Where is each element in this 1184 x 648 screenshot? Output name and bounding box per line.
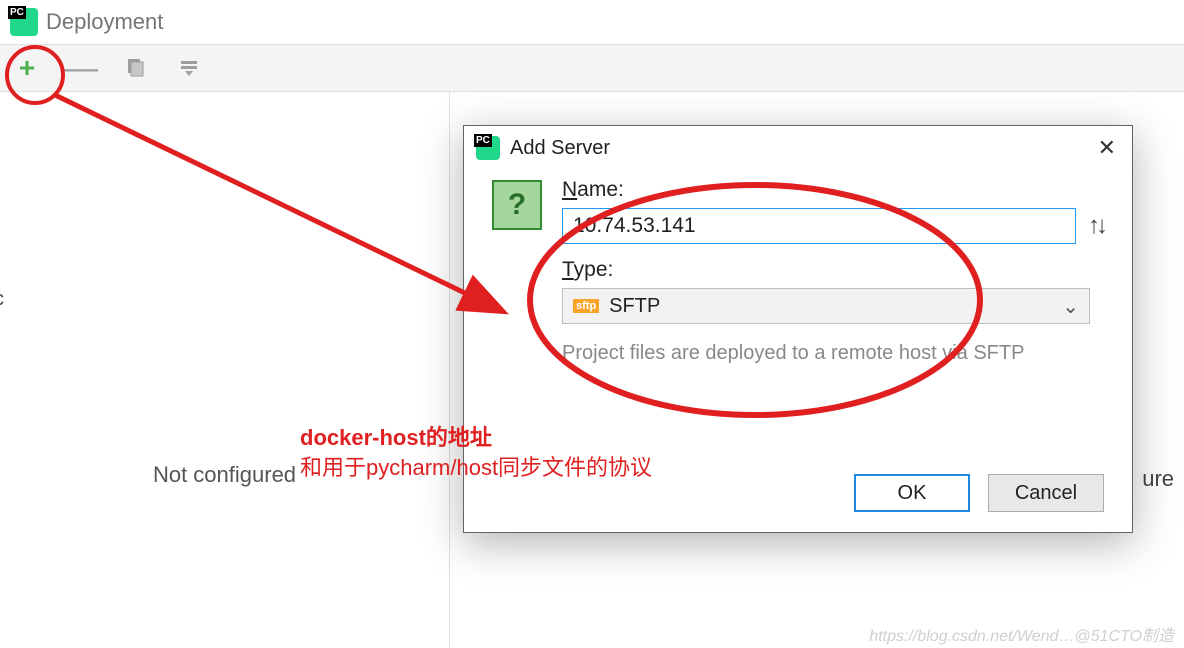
annotation-line1: docker-host的地址 — [300, 423, 652, 453]
pycharm-icon — [10, 8, 38, 36]
type-value: SFTP — [609, 295, 660, 318]
sftp-badge-icon: sftp — [573, 299, 599, 313]
window-title-bar: Deployment — [0, 0, 1184, 44]
sort-icon[interactable]: ↑↓ — [1088, 212, 1104, 240]
add-button[interactable]: + — [15, 56, 39, 80]
form: Name: ↑↓ Type: sftp SFTP ⌄ Project files… — [562, 174, 1104, 365]
dialog-title-bar[interactable]: Add Server ✕ — [464, 126, 1132, 170]
partial-text: c — [0, 288, 4, 311]
close-icon[interactable]: ✕ — [1094, 135, 1120, 161]
cancel-button[interactable]: Cancel — [988, 474, 1104, 512]
chevron-down-icon: ⌄ — [1062, 294, 1079, 319]
type-description: Project files are deployed to a remote h… — [562, 342, 1104, 365]
remove-button[interactable]: — — [69, 56, 93, 80]
cutoff-ure: ure — [1142, 466, 1174, 492]
help-icon[interactable]: ? — [492, 180, 542, 230]
dialog-buttons: OK Cancel — [854, 474, 1104, 512]
more-icon[interactable] — [177, 56, 201, 80]
name-input[interactable] — [562, 208, 1076, 244]
annotation-text: docker-host的地址 和用于pycharm/host同步文件的协议 — [300, 423, 652, 482]
ok-button[interactable]: OK — [854, 474, 970, 512]
type-select[interactable]: sftp SFTP ⌄ — [562, 288, 1090, 324]
pycharm-icon — [476, 136, 500, 160]
copy-icon[interactable] — [123, 56, 147, 80]
dialog-content: ? Name: ↑↓ Type: sftp SFTP ⌄ Project fil… — [464, 170, 1132, 365]
deployments-list: t i c Not configured — [0, 92, 450, 648]
toolbar: + — — [0, 44, 1184, 92]
dialog-title: Add Server — [510, 137, 610, 160]
type-label: Type: — [562, 258, 1104, 282]
window-title: Deployment — [46, 9, 163, 35]
name-label: Name: — [562, 178, 1104, 202]
watermark: https://blog.csdn.net/Wend…@51CTO制造 — [869, 622, 1174, 646]
annotation-line2: 和用于pycharm/host同步文件的协议 — [300, 455, 652, 480]
